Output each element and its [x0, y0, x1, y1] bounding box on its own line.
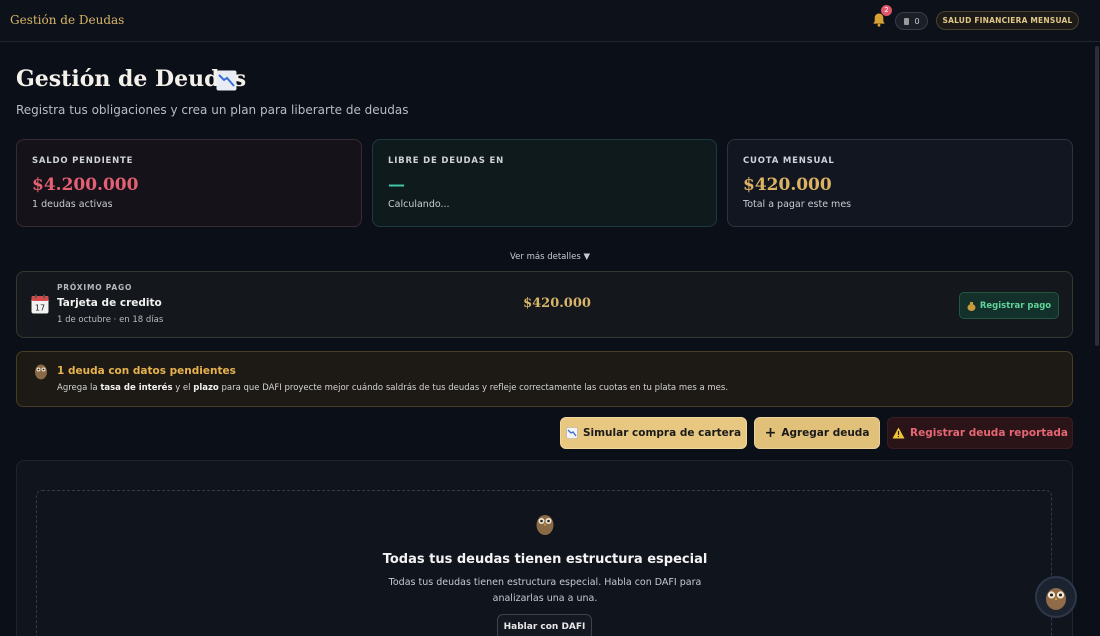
next-payment-label: PRÓXIMO PAGO: [57, 283, 133, 292]
card-note: Total a pagar este mes: [743, 199, 852, 210]
page-subtitle: Registra tus obligaciones y crea un plan…: [16, 103, 409, 117]
chart-down-icon: [216, 70, 237, 91]
empty-state-title: Todas tus deudas tienen estructura espec…: [382, 552, 708, 567]
next-payment-amount: $420.000: [523, 296, 591, 311]
term-term: plazo: [193, 383, 219, 393]
owl-icon: [536, 515, 554, 535]
chart-down-icon: [566, 427, 578, 439]
card-label: CUOTA MENSUAL: [743, 156, 835, 166]
assistant-avatar-button[interactable]: [1035, 576, 1077, 618]
card-value: $420.000: [743, 175, 832, 195]
report-debt-button[interactable]: Registrar deuda reportada: [887, 417, 1073, 449]
card-note: Calculando...: [388, 199, 450, 210]
calendar-icon: 17: [31, 294, 49, 314]
owl-avatar-icon: [1046, 588, 1066, 610]
card-label: LIBRE DE DEUDAS EN: [388, 156, 504, 166]
card-monthly-fee: CUOTA MENSUAL $420.000 Total a pagar est…: [727, 139, 1073, 227]
alert-body: Agrega la tasa de interés y el plazo par…: [57, 383, 729, 393]
card-label: SALDO PENDIENTE: [32, 156, 134, 166]
card-debt-free: LIBRE DE DEUDAS EN — Calculando...: [372, 139, 717, 227]
page-title: Gestión de Deudas: [16, 66, 247, 92]
card-note: 1 deudas activas: [32, 199, 113, 210]
next-payment-name: Tarjeta de credito: [57, 297, 162, 309]
health-button[interactable]: SALUD FINANCIERA MENSUAL: [936, 11, 1079, 30]
talk-to-dafi-button[interactable]: Hablar con DAFI: [497, 614, 592, 636]
card-pending-balance: SALDO PENDIENTE $4.200.000 1 deudas acti…: [16, 139, 362, 227]
brand-title[interactable]: Gestión de Deudas: [10, 13, 124, 27]
card-value: —: [388, 175, 405, 195]
coin-icon: [904, 17, 910, 25]
interest-rate-term: tasa de interés: [100, 383, 173, 393]
top-bar: [0, 0, 1100, 42]
warning-icon: [892, 427, 905, 439]
owl-icon: [35, 364, 47, 380]
register-payment-button[interactable]: Registrar pago: [959, 292, 1059, 319]
pending-data-alert: 1 deuda con datos pendientes Agrega la t…: [16, 351, 1073, 407]
simulate-purchase-button[interactable]: Simular compra de cartera: [560, 417, 747, 449]
register-payment-label: Registrar pago: [979, 300, 1052, 311]
add-debt-label: Agregar deuda: [781, 427, 870, 439]
next-payment-card: 17 PRÓXIMO PAGO Tarjeta de credito 1 de …: [16, 271, 1073, 338]
simulate-label: Simular compra de cartera: [582, 427, 742, 439]
empty-state-text: Todas tus deudas tienen estructura espec…: [388, 577, 702, 604]
plus-icon: +: [764, 425, 777, 441]
report-debt-label: Registrar deuda reportada: [910, 427, 1068, 439]
add-debt-button[interactable]: + Agregar deuda: [754, 417, 880, 449]
notification-badge: 2: [881, 5, 892, 16]
next-payment-date: 1 de octubre · en 18 días: [57, 315, 164, 325]
card-value: $4.200.000: [32, 175, 139, 195]
money-bag-icon: [967, 301, 976, 311]
points-value: 0: [914, 16, 920, 26]
points-badge[interactable]: 0: [895, 12, 928, 30]
calendar-day: 17: [35, 304, 45, 313]
alert-title: 1 deuda con datos pendientes: [57, 365, 236, 377]
scrollbar-thumb[interactable]: [1095, 46, 1099, 346]
more-details-toggle[interactable]: Ver más detalles ▼: [480, 252, 620, 262]
